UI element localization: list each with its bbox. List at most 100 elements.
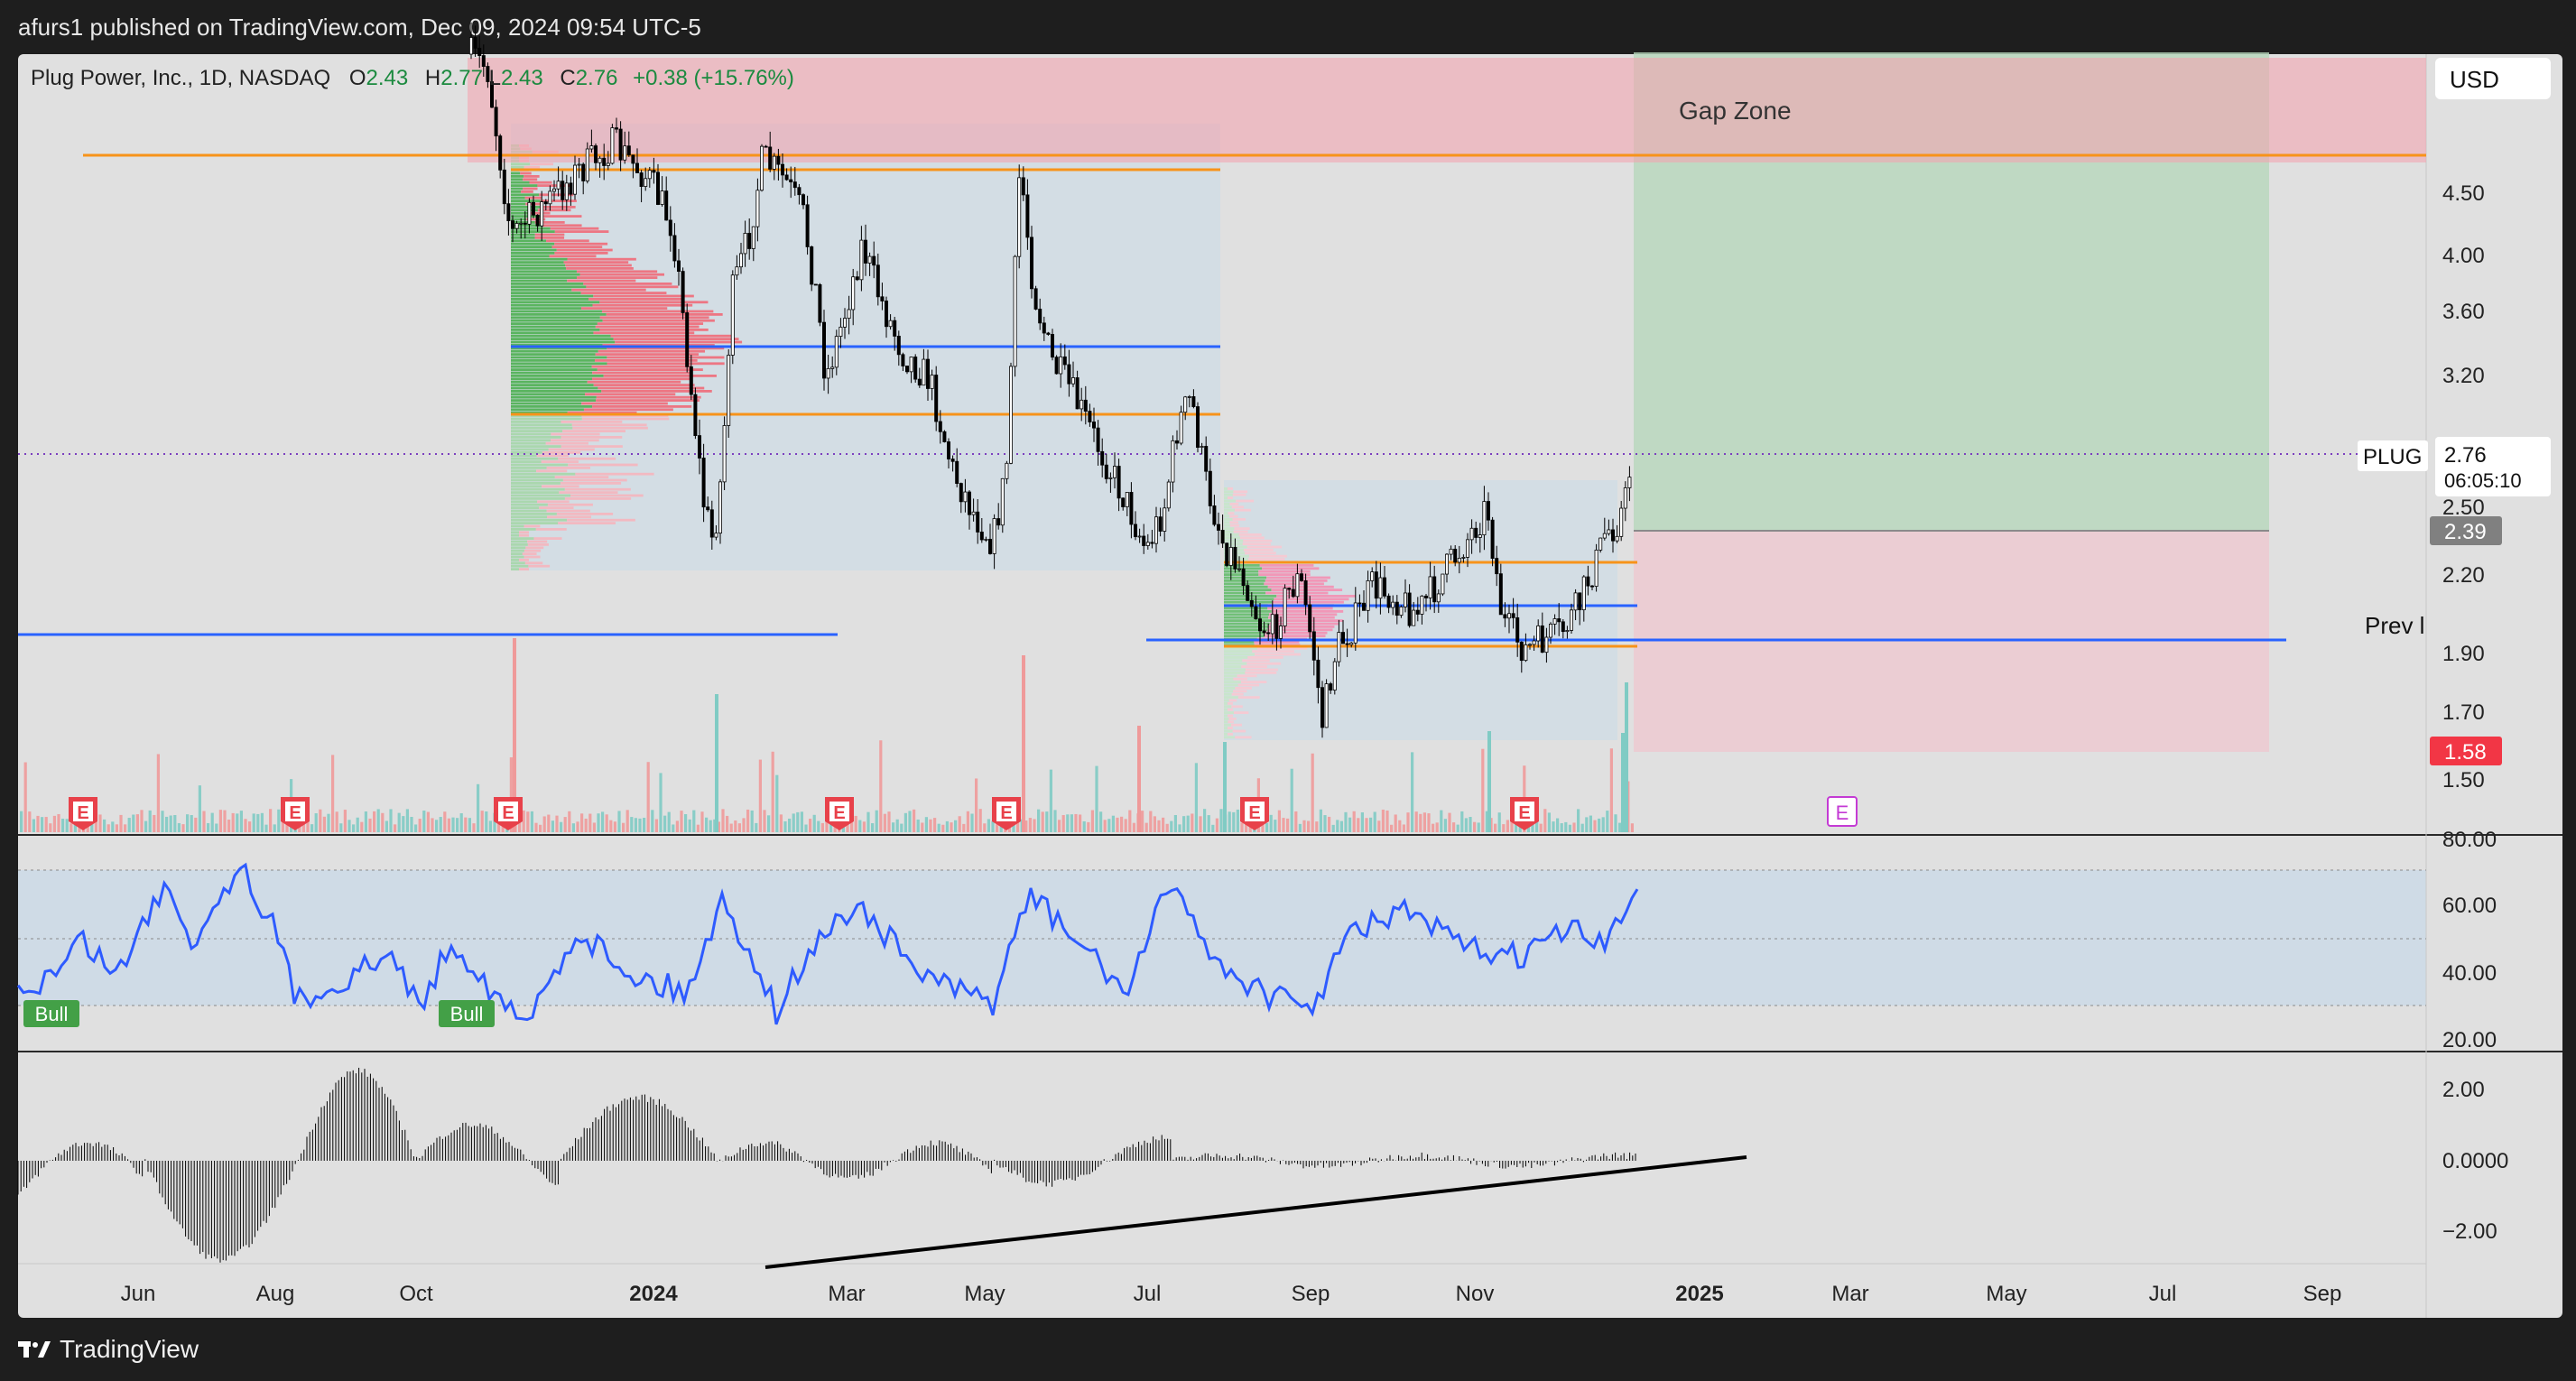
volume-bar (991, 820, 995, 832)
gap-zone-label: Gap Zone (1679, 97, 1792, 125)
candle-body (963, 491, 968, 503)
time-tick-label: Jul (2149, 1282, 2177, 1306)
volume-bar (1319, 809, 1322, 832)
svg-text:E: E (77, 803, 88, 823)
profile1-buy-bar (511, 165, 524, 169)
volume-bar (385, 820, 388, 832)
profile2-buy-bar (1224, 699, 1229, 702)
profile1-sell-bar (599, 301, 709, 304)
profile1-sell-bar (564, 497, 632, 500)
profile2-buy-bar (1224, 490, 1234, 494)
profile1-sell-bar (583, 283, 672, 285)
candle-body (926, 358, 931, 389)
profile2-buy-bar (1224, 616, 1269, 619)
volume-bar (1269, 814, 1273, 832)
currency-button[interactable]: USD (2435, 58, 2551, 99)
volume-bar (1070, 814, 1073, 832)
profile1-buy-bar (511, 555, 524, 559)
candle-body (481, 55, 486, 67)
candle-body (1524, 644, 1528, 662)
candle-body (1337, 632, 1341, 663)
profile2-sell-bar (1236, 499, 1255, 503)
volume-bar (190, 815, 193, 832)
volume-spike (1621, 733, 1625, 832)
profile2-buy-bar (1224, 505, 1232, 509)
profile2-sell-bar (1228, 708, 1233, 711)
candle-body (672, 235, 677, 262)
volume-bar (1614, 814, 1617, 832)
candle-body (984, 538, 988, 541)
volume-bar (987, 819, 990, 832)
volume-bar (153, 814, 156, 832)
volume-bar (335, 811, 338, 832)
candle-body (1228, 546, 1233, 566)
volume-bar (758, 759, 762, 832)
volume-bar (1219, 809, 1223, 832)
volume-bar (1432, 823, 1435, 832)
profile1-sell-bar (592, 371, 692, 375)
candle-body (1490, 519, 1495, 560)
profile2-sell-bar (1233, 490, 1248, 494)
svg-text:Plug Power, Inc., 1D, NASDAQ: Plug Power, Inc., 1D, NASDAQ O2.43 H2.77… (31, 66, 794, 90)
volume-bar (634, 818, 637, 832)
symbol-legend[interactable]: Plug Power, Inc., 1D, NASDAQ O2.43 H2.77… (31, 66, 794, 90)
profile1-buy-bar (511, 218, 527, 221)
candle-body (556, 181, 561, 190)
candle-body (1453, 548, 1458, 563)
profile1-sell-bar (570, 494, 644, 497)
chart-area[interactable]: Gap Zone E E E E E E E E Bull Bull Plug Power, … (0, 0, 2576, 1318)
svg-text:E: E (1836, 802, 1849, 824)
volume-bar (1473, 821, 1477, 832)
candle-body (1083, 399, 1088, 412)
profile1-buy-bar (511, 540, 528, 543)
volume-bar (983, 823, 987, 832)
volume-bar (584, 818, 588, 832)
profile2-sell-bar (1229, 521, 1238, 524)
volume-bar (1066, 814, 1070, 832)
profile1-buy-bar (511, 528, 536, 531)
oscillator-tick-label: −2.00 (2442, 1219, 2497, 1244)
symbol-price-tag: PLUG (2358, 440, 2428, 471)
profile2-buy-bar (1224, 512, 1228, 514)
candle-body (1332, 661, 1337, 690)
profile1-buy-bar (511, 402, 582, 405)
profile1-buy-bar (511, 242, 555, 246)
profile1-sell-bar (607, 362, 725, 366)
profile2-sell-bar (1234, 527, 1250, 530)
candle-body (1187, 396, 1191, 398)
candle-body (511, 220, 515, 229)
profile1-sell-bar (599, 316, 709, 320)
candle-body (1573, 592, 1578, 611)
candle-body (1300, 573, 1304, 581)
candle-body (1067, 364, 1071, 385)
volume-bar (269, 809, 273, 832)
price-tick-label: 1.50 (2442, 768, 2485, 792)
profile1-buy-bar (511, 178, 524, 181)
candle-body (1237, 568, 1242, 570)
candle-body (751, 226, 755, 249)
volume-bar (1419, 813, 1422, 832)
volume-bar (181, 824, 185, 832)
volume-bar (1385, 811, 1389, 832)
profile2-buy-bar (1224, 499, 1237, 503)
profile1-buy-bar (511, 432, 551, 436)
candle-body (979, 532, 984, 541)
profile1-sell-bar (527, 540, 548, 543)
candle-body (1042, 322, 1046, 334)
profile1-sell-bar (556, 513, 614, 515)
profile1-sell-bar (528, 564, 551, 568)
volume-bar (264, 824, 268, 832)
profile2-buy-bar (1224, 662, 1247, 665)
volume-bar (755, 822, 758, 832)
volume-bar (609, 820, 613, 832)
volume-bar (667, 811, 671, 832)
candle-body (1295, 573, 1300, 598)
volume-bar (177, 822, 181, 832)
profile2-sell-bar (1232, 493, 1246, 496)
candle-body (1329, 683, 1333, 690)
candle-body (1457, 558, 1461, 563)
volume-bar (605, 814, 608, 832)
price-tick-label: 2.50 (2442, 496, 2485, 520)
volume-bar (1456, 824, 1459, 832)
price-tick-label: 1.90 (2442, 642, 2485, 666)
